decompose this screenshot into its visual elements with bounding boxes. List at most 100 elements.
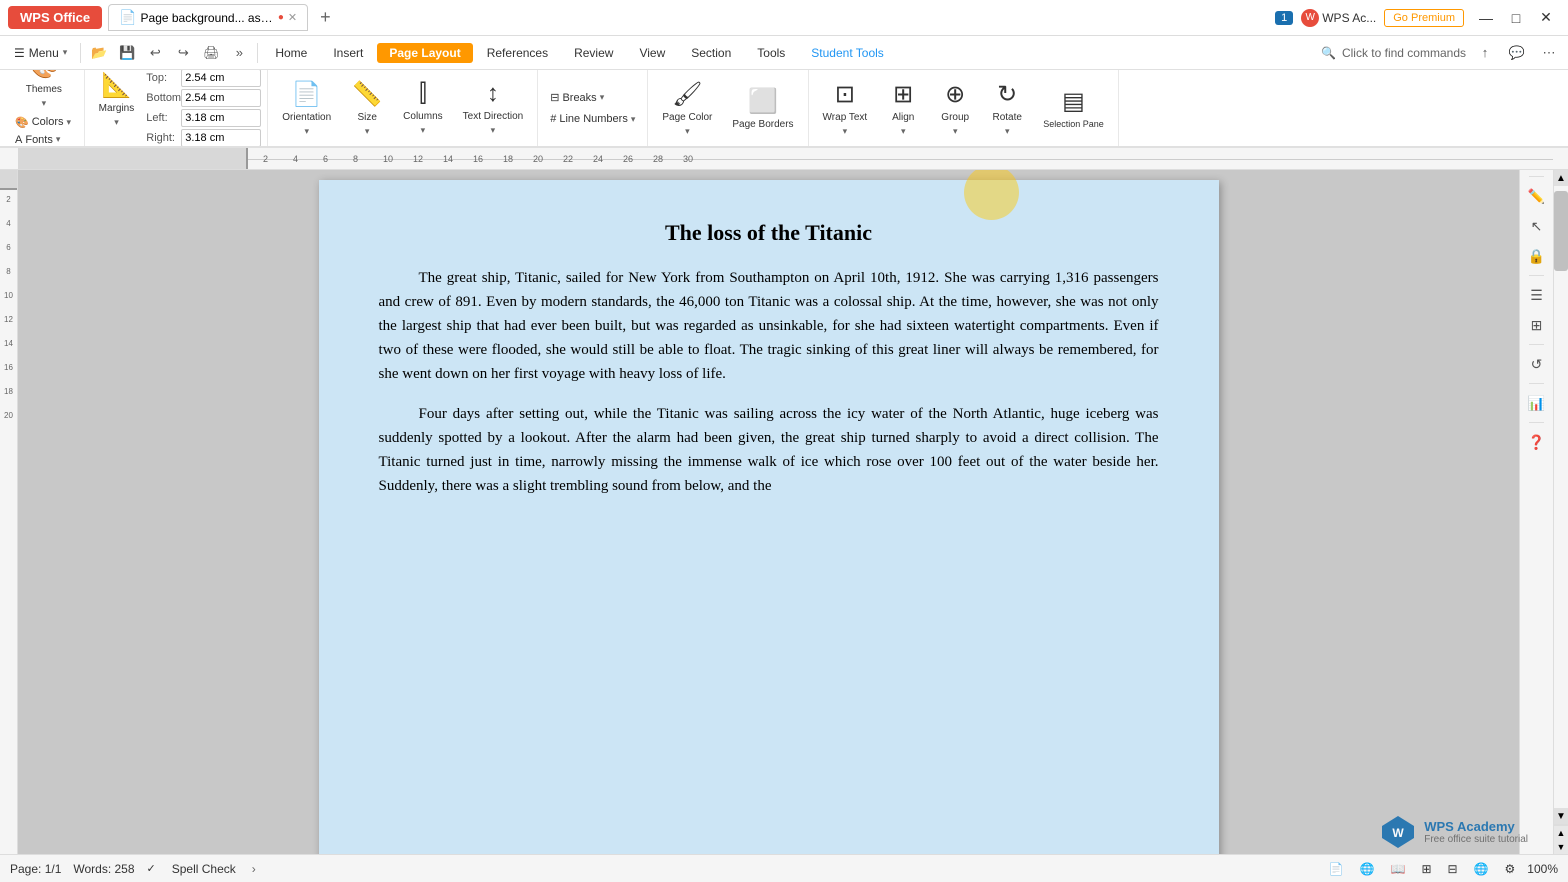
margin-right-input[interactable] (181, 129, 261, 147)
document-tab[interactable]: 📄 Page background... as background ● ✕ (108, 4, 308, 31)
breaks-button[interactable]: ⊟ Breaks ▾ (544, 87, 641, 108)
scroll-zoom-down[interactable]: ▼ (1554, 840, 1568, 854)
fonts-button[interactable]: A Fonts ▾ (10, 132, 78, 148)
menu-bar: ☰ Menu ▾ 📂 💾 ↩ ↪ 🖨 » Home Insert Page La… (0, 36, 1568, 70)
page-borders-button[interactable]: ⬜ Page Borders (724, 78, 801, 138)
colors-button[interactable]: 🎨 Colors ▾ (10, 114, 78, 131)
scroll-down-button[interactable]: ▼ (1554, 808, 1568, 824)
page-design-group: 🖌 Page Color ▾ ⬜ Page Borders (654, 78, 801, 138)
tab-tools[interactable]: Tools (745, 43, 797, 63)
document-paragraph-2[interactable]: Four days after setting out, while the T… (379, 402, 1159, 498)
version-badge: 1 (1275, 11, 1293, 25)
vertical-ruler: 2 4 6 8 10 12 14 16 18 20 (0, 170, 18, 854)
search-label[interactable]: Click to find commands (1342, 46, 1466, 60)
spell-check-button[interactable]: Spell Check (168, 860, 240, 878)
ribbon-section-breaks: ⊟ Breaks ▾ # Line Numbers ▾ (538, 70, 648, 146)
view-outline-button[interactable]: ⊞ (1417, 860, 1435, 878)
line-numbers-button[interactable]: # Line Numbers ▾ (544, 109, 641, 129)
sidebar-refresh-button[interactable]: ↺ (1524, 351, 1550, 377)
wps-academy-logo: W (1378, 812, 1418, 852)
title-bar: WPS Office 📄 Page background... as backg… (0, 0, 1568, 36)
margin-top-row: Top: (146, 70, 261, 87)
themes-button[interactable]: 🎨 Themes ▾ (18, 70, 70, 111)
tab-view[interactable]: View (627, 43, 677, 63)
sidebar-list-button[interactable]: ☰ (1524, 282, 1550, 308)
tab-home[interactable]: Home (263, 43, 319, 63)
tab-insert[interactable]: Insert (321, 43, 375, 63)
scroll-thumb[interactable] (1554, 191, 1568, 271)
view-print-button[interactable]: 📄 (1325, 860, 1348, 878)
text-direction-button[interactable]: ↕ Text Direction ▾ (455, 78, 532, 138)
add-tab-button[interactable]: + (314, 7, 337, 28)
wps-academy-name: WPS Academy (1424, 819, 1528, 834)
scroll-zoom-up[interactable]: ▲ (1554, 826, 1568, 840)
close-tab-icon[interactable]: ✕ (288, 11, 297, 24)
selection-pane-button[interactable]: ▤ Selection Pane (1035, 78, 1112, 138)
sidebar-chart-button[interactable]: 📊 (1524, 390, 1550, 416)
tab-section[interactable]: Section (679, 43, 743, 63)
margin-left-input[interactable] (181, 109, 261, 127)
sidebar-help-button[interactable]: ❓ (1524, 429, 1550, 455)
more-options-button[interactable]: ⋯ (1536, 40, 1562, 66)
open-file-button[interactable]: 📂 (86, 40, 112, 66)
undo-button[interactable]: ↩ (142, 40, 168, 66)
sidebar-pen-button[interactable]: ✏️ (1524, 183, 1550, 209)
orientation-icon: 📄 (292, 80, 322, 109)
premium-button[interactable]: Go Premium (1384, 9, 1464, 27)
page-color-button[interactable]: 🖌 Page Color ▾ (654, 78, 720, 138)
themes-label: Themes (26, 84, 62, 95)
close-button[interactable]: ✕ (1532, 7, 1560, 29)
margin-bottom-input[interactable] (181, 89, 261, 107)
document-area[interactable]: 📋▾ The loss of the Titanic The great shi… (18, 170, 1519, 854)
document-container: 📋▾ The loss of the Titanic The great shi… (319, 180, 1219, 844)
share-button[interactable]: ↑ (1472, 40, 1498, 66)
selection-pane-icon: ▤ (1062, 87, 1085, 116)
orientation-button[interactable]: 📄 Orientation ▾ (274, 78, 339, 138)
document-icon: 📄 (119, 9, 136, 26)
comment-button[interactable]: 💬 (1504, 40, 1530, 66)
wps-academy-badge: W WPS Academy Free office suite tutorial (1378, 812, 1528, 852)
print-button[interactable]: 🖨 (198, 40, 224, 66)
wps-logo-button[interactable]: WPS Office (8, 6, 102, 29)
margins-button[interactable]: 📐 Margins ▾ (91, 70, 143, 129)
vertical-scrollbar[interactable]: ▲ ▼ ▲ ▼ (1553, 170, 1568, 854)
sidebar-divider-2 (1529, 344, 1544, 345)
tab-references[interactable]: References (475, 43, 560, 63)
tab-page-layout[interactable]: Page Layout (377, 43, 472, 63)
redo-button[interactable]: ↪ (170, 40, 196, 66)
sidebar-align-button[interactable]: ⊞ (1524, 312, 1550, 338)
more-button[interactable]: » (226, 40, 252, 66)
maximize-button[interactable]: □ (1502, 7, 1530, 29)
arrange-group: ⊡ Wrap Text ▾ ⊞ Align ▾ ⊕ Group ▾ ↻ Rota… (815, 78, 1112, 138)
ribbon: 🎨 Themes ▾ 🎨 Colors ▾ A Fonts ▾ ✨ Effect… (0, 70, 1568, 148)
size-button[interactable]: 📏 Size ▾ (343, 78, 391, 138)
margin-top-input[interactable] (181, 70, 261, 87)
view-read-button[interactable]: 📖 (1387, 860, 1410, 878)
account-button[interactable]: W WPS Ac... (1301, 9, 1376, 27)
navigation-arrow[interactable]: › (252, 862, 256, 876)
wrap-text-button[interactable]: ⊡ Wrap Text ▾ (815, 78, 876, 138)
tab-review[interactable]: Review (562, 43, 625, 63)
status-bar-right: 📄 🌐 📖 ⊞ ⊟ 🌐 ⚙ 100% (1325, 860, 1558, 878)
save-button[interactable]: 💾 (114, 40, 140, 66)
modified-indicator: ● (278, 12, 284, 23)
minimize-button[interactable]: — (1472, 7, 1500, 29)
tab-student-tools[interactable]: Student Tools (799, 43, 896, 63)
align-button[interactable]: ⊞ Align ▾ (879, 78, 927, 138)
view-slide-button[interactable]: ⊟ (1444, 860, 1462, 878)
sidebar-cursor-button[interactable]: ↖ (1524, 213, 1550, 239)
hamburger-menu-button[interactable]: ☰ Menu ▾ (6, 42, 75, 64)
scroll-up-button[interactable]: ▲ (1554, 170, 1568, 186)
group-icon: ⊕ (945, 80, 965, 109)
settings-button[interactable]: ⚙ (1501, 860, 1520, 878)
document-paragraph-1[interactable]: The great ship, Titanic, sailed for New … (379, 266, 1159, 386)
scroll-track[interactable] (1554, 186, 1568, 808)
sidebar-divider-top (1529, 176, 1544, 177)
page-color-icon: 🖌 (672, 80, 702, 109)
columns-button[interactable]: ⫿ Columns ▾ (395, 78, 450, 138)
rotate-button[interactable]: ↻ Rotate ▾ (983, 78, 1031, 138)
group-button[interactable]: ⊕ Group ▾ (931, 78, 979, 138)
sidebar-lock-button[interactable]: 🔒 (1524, 243, 1550, 269)
view-web-button[interactable]: 🌐 (1356, 860, 1379, 878)
language-button[interactable]: 🌐 (1470, 860, 1493, 878)
